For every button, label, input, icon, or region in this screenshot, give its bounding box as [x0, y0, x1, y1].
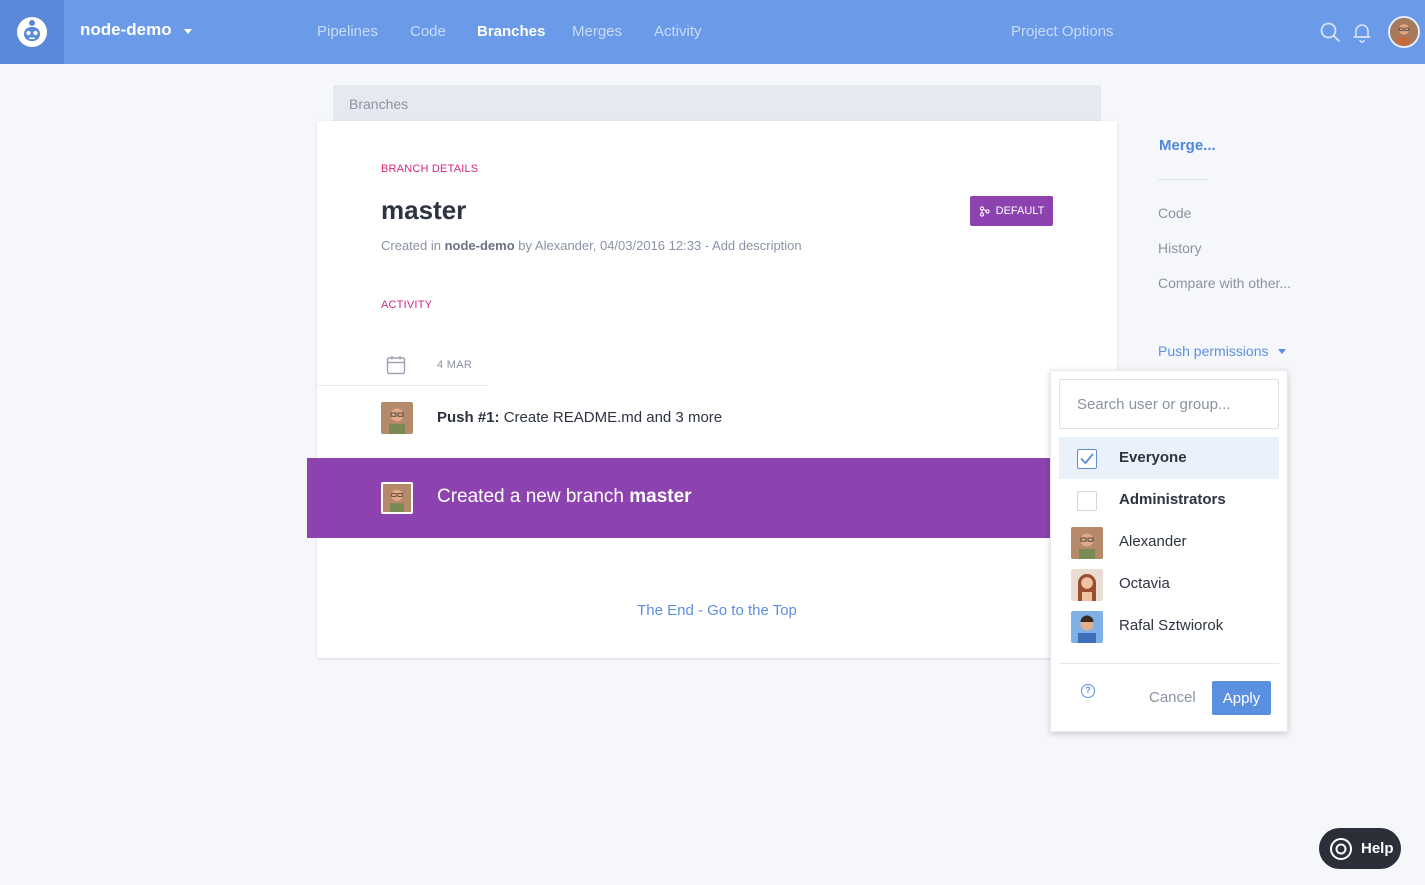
project-switcher[interactable]: node-demo — [80, 20, 192, 40]
checkbox-unchecked[interactable] — [1077, 491, 1097, 511]
go-to-top-link[interactable]: The End - Go to the Top — [317, 602, 1117, 619]
chevron-down-icon — [1277, 348, 1286, 354]
activity-date: 4 MAR — [437, 359, 473, 371]
help-label: Help — [1361, 840, 1394, 857]
avatar — [381, 402, 413, 434]
dropdown-divider — [1059, 663, 1279, 664]
branch-icon — [979, 205, 990, 217]
sidebar-divider — [1158, 179, 1208, 180]
option-user-octavia[interactable]: Octavia — [1059, 563, 1279, 605]
meta-project: node-demo — [444, 238, 515, 253]
project-options-link[interactable]: Project Options — [1011, 23, 1114, 40]
cancel-button[interactable]: Cancel — [1149, 689, 1196, 706]
breadcrumb-label[interactable]: Branches — [349, 96, 408, 112]
top-navigation-bar: node-demo Pipelines Code Branches Merges… — [0, 0, 1425, 64]
bell-icon[interactable] — [1350, 20, 1374, 44]
option-everyone[interactable]: Everyone — [1059, 437, 1279, 479]
merge-link[interactable]: Merge... — [1159, 137, 1216, 154]
nav-pipelines[interactable]: Pipelines — [317, 23, 378, 40]
option-label: Everyone — [1119, 449, 1187, 466]
push-activity-item[interactable]: Push #1: Create README.md and 3 more — [381, 402, 981, 434]
avatar — [1071, 611, 1103, 643]
push-description[interactable]: Push #1: Create README.md and 3 more — [437, 409, 722, 426]
nav-branches[interactable]: Branches — [477, 23, 545, 40]
app-logo[interactable] — [0, 0, 64, 64]
branch-details-card: BRANCH DETAILS master DEFAULT Created in… — [317, 121, 1117, 658]
default-badge-label: DEFAULT — [995, 205, 1045, 217]
meta-suffix: by Alexander, 04/03/2016 12:33 - — [518, 238, 710, 253]
option-user-rafal[interactable]: Rafal Sztwiorok — [1059, 605, 1279, 647]
user-avatar[interactable] — [1388, 16, 1420, 48]
push-permissions-label: Push permissions — [1158, 343, 1269, 359]
checkbox-checked[interactable] — [1077, 449, 1097, 469]
option-label: Administrators — [1119, 491, 1226, 508]
created-branch-text: Created a new branch master — [437, 486, 692, 508]
sidebar-history-link[interactable]: History — [1158, 240, 1202, 256]
breadcrumb: Branches — [333, 85, 1101, 123]
avatar — [381, 482, 413, 514]
option-label: Alexander — [1119, 533, 1187, 550]
apply-button[interactable]: Apply — [1212, 681, 1271, 715]
branch-name-title: master — [381, 195, 467, 225]
default-branch-badge[interactable]: DEFAULT — [970, 196, 1053, 226]
add-description-link[interactable]: Add description — [712, 238, 802, 253]
push-number: Push #1: — [437, 409, 500, 426]
created-text: Created a new branch — [437, 486, 624, 507]
option-user-alexander[interactable]: Alexander — [1059, 521, 1279, 563]
lifebuoy-icon — [1330, 837, 1352, 860]
help-button[interactable]: Help — [1319, 828, 1401, 869]
search-user-input[interactable] — [1059, 379, 1279, 429]
robot-logo-icon — [17, 17, 47, 47]
option-administrators[interactable]: Administrators — [1059, 479, 1279, 521]
branch-details-label: BRANCH DETAILS — [381, 163, 479, 175]
project-name: node-demo — [80, 20, 172, 39]
push-permissions-toggle[interactable]: Push permissions — [1158, 343, 1286, 359]
branch-meta: Created in node-demo by Alexander, 04/03… — [381, 238, 802, 253]
branch-created-activity-item[interactable]: Created a new branch master — [307, 458, 1117, 538]
calendar-icon — [385, 354, 407, 381]
option-label: Rafal Sztwiorok — [1119, 617, 1224, 634]
option-label: Octavia — [1119, 575, 1170, 592]
nav-merges[interactable]: Merges — [572, 23, 622, 40]
created-branch-name: master — [629, 486, 692, 507]
activity-label: ACTIVITY — [381, 299, 433, 311]
chevron-down-icon — [183, 28, 192, 34]
question-mark-icon[interactable]: ? — [1081, 684, 1095, 698]
check-icon — [1080, 453, 1094, 464]
sidebar-code-link[interactable]: Code — [1158, 205, 1191, 221]
search-icon[interactable] — [1318, 20, 1342, 44]
sidebar-compare-link[interactable]: Compare with other... — [1158, 275, 1291, 291]
avatar — [1071, 569, 1103, 601]
push-permissions-dropdown: Everyone Administrators Alexander Octavi… — [1050, 370, 1288, 732]
avatar — [1071, 527, 1103, 559]
push-text: Create README.md and 3 more — [503, 409, 723, 426]
activity-date-row: 4 MAR — [317, 346, 487, 386]
meta-prefix: Created in — [381, 238, 441, 253]
nav-code[interactable]: Code — [410, 23, 446, 40]
nav-activity[interactable]: Activity — [654, 23, 702, 40]
